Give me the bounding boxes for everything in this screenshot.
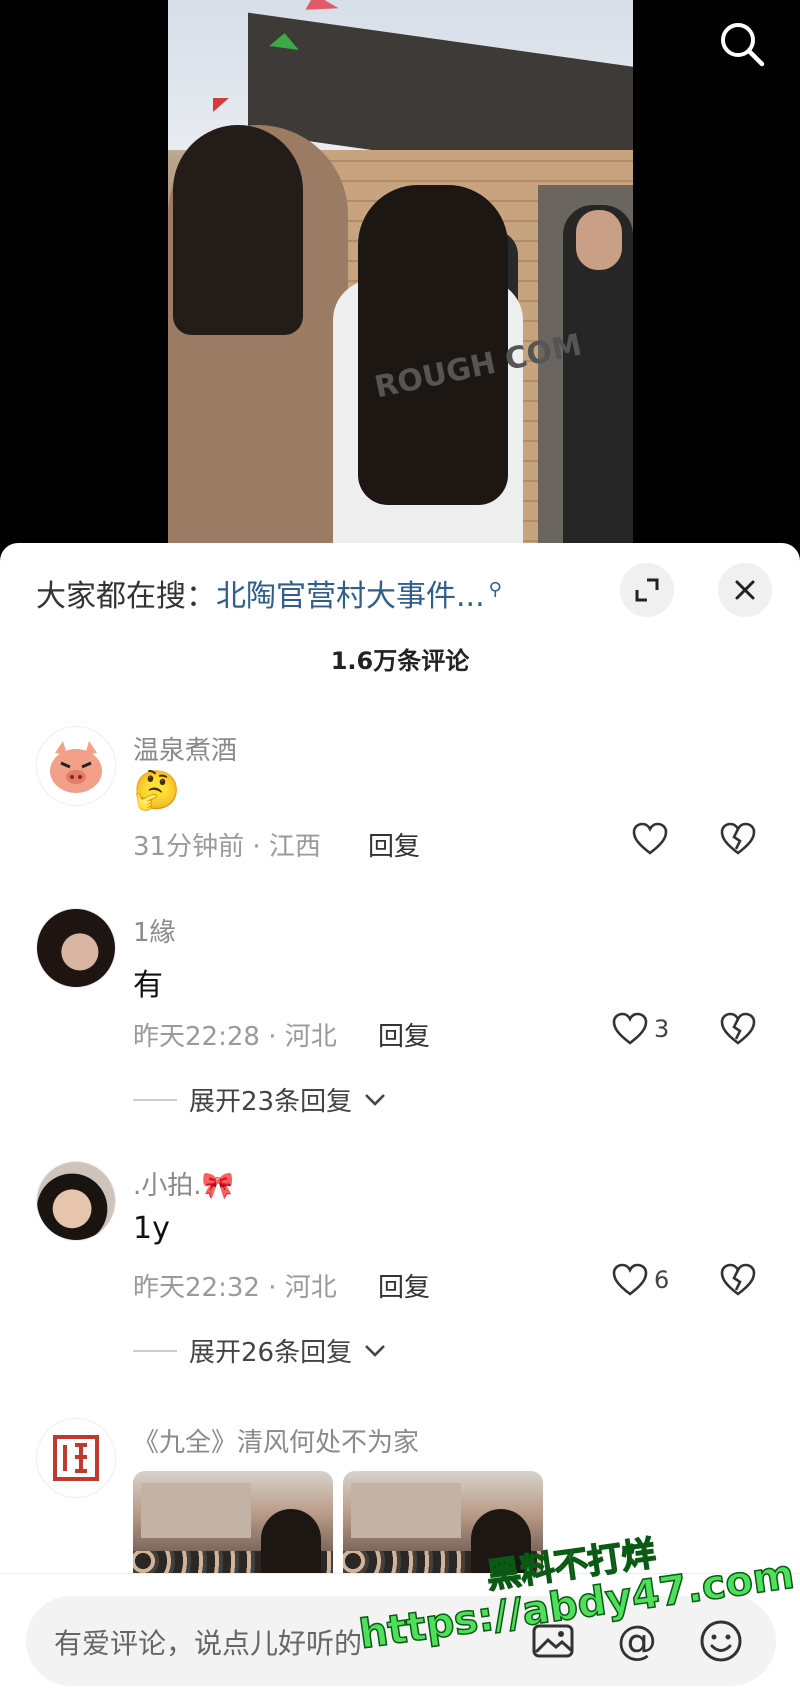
broken-heart-icon — [720, 1263, 756, 1296]
sheet-header: 大家都在搜：北陶官营村大事件... ⚲ 1.6万条评论 — [0, 543, 800, 703]
comment-item: 温泉煮酒 🤔 31分钟前 · 江西 回复 — [0, 726, 800, 896]
chevron-down-icon — [365, 1093, 386, 1106]
video-flag — [213, 98, 229, 112]
heart-icon — [612, 1012, 648, 1045]
avatar[interactable] — [36, 726, 116, 806]
comment-input[interactable]: 有爱评论，说点儿好听的 @ — [26, 1596, 776, 1686]
emoji-icon — [700, 1620, 742, 1662]
search-button[interactable] — [716, 18, 768, 70]
video-player[interactable]: ROUGH COM — [0, 0, 800, 560]
video-frame: ROUGH COM — [168, 0, 633, 560]
dislike-button[interactable] — [720, 822, 756, 860]
comment-username[interactable]: .小拍.🎀 — [133, 1165, 234, 1202]
like-button[interactable]: 3 — [612, 1012, 669, 1046]
image-picker-button[interactable] — [528, 1616, 578, 1666]
like-count: 6 — [654, 1266, 670, 1294]
reply-button[interactable]: 回复 — [378, 1016, 430, 1053]
comment-username[interactable]: 《九全》清风何处不为家 — [133, 1422, 419, 1459]
video-person-face — [576, 210, 622, 270]
emoji-button[interactable] — [696, 1616, 746, 1666]
like-button[interactable]: 6 — [612, 1263, 669, 1297]
expand-replies-label: 展开23条回复 — [189, 1087, 353, 1117]
hot-search-banner[interactable]: 大家都在搜：北陶官营村大事件... ⚲ — [36, 571, 502, 615]
comment-input-placeholder: 有爱评论，说点儿好听的 — [54, 1627, 363, 1660]
divider-line — [133, 1349, 177, 1352]
comment-item: .小拍.🎀 1y 昨天22:32 · 河北 回复 6 展开26条回复 — [0, 1161, 800, 1391]
comment-username[interactable]: 温泉煮酒 — [133, 730, 237, 767]
video-person-hair — [358, 185, 508, 505]
dislike-button[interactable] — [720, 1012, 756, 1050]
at-icon: @ — [617, 1618, 657, 1664]
thumb-building — [351, 1483, 461, 1538]
heart-icon — [632, 822, 668, 855]
thumb-building — [141, 1483, 251, 1538]
seal-avatar-icon — [53, 1435, 99, 1481]
comment-text: 有 — [133, 968, 163, 1003]
comment-input-bar: 有爱评论，说点儿好听的 @ — [0, 1573, 800, 1704]
broken-heart-icon — [720, 1012, 756, 1045]
close-button[interactable] — [718, 563, 772, 617]
reply-button[interactable]: 回复 — [368, 826, 420, 863]
image-icon — [532, 1624, 574, 1658]
avatar[interactable] — [36, 908, 116, 988]
search-small-icon: ⚲ — [488, 579, 502, 600]
avatar[interactable] — [36, 1418, 116, 1498]
expand-replies-button[interactable]: 展开23条回复 — [133, 1081, 386, 1118]
divider-line — [133, 1098, 177, 1101]
comment-item: 1緣 有 昨天22:28 · 河北 回复 3 展开23条回复 — [0, 908, 800, 1138]
comment-meta: 昨天22:28 · 河北 — [133, 1022, 337, 1052]
expand-icon — [635, 578, 659, 602]
like-count: 3 — [654, 1015, 670, 1043]
heart-icon — [612, 1263, 648, 1296]
comment-meta: 昨天22:32 · 河北 — [133, 1273, 337, 1303]
hot-search-prefix: 大家都在搜： — [36, 579, 216, 614]
comment-text: 1y — [133, 1211, 170, 1246]
avatar[interactable] — [36, 1161, 116, 1241]
search-icon — [721, 23, 765, 67]
dislike-button[interactable] — [720, 1263, 756, 1301]
comment-meta: 31分钟前 · 江西 — [133, 832, 321, 862]
reply-button[interactable]: 回复 — [378, 1267, 430, 1304]
broken-heart-icon — [720, 822, 756, 855]
mention-button[interactable]: @ — [612, 1616, 662, 1666]
close-icon — [735, 580, 755, 600]
comment-sheet: 大家都在搜：北陶官营村大事件... ⚲ 1.6万条评论 温泉煮酒 🤔 31分钟前… — [0, 543, 800, 1703]
expand-replies-label: 展开26条回复 — [189, 1338, 353, 1368]
like-button[interactable] — [632, 822, 668, 856]
pig-avatar-icon — [50, 741, 102, 793]
comment-count: 1.6万条评论 — [330, 647, 470, 675]
chevron-down-icon — [365, 1344, 386, 1357]
expand-replies-button[interactable]: 展开26条回复 — [133, 1332, 386, 1369]
hot-search-term[interactable]: 北陶官营村大事件... — [216, 579, 485, 614]
video-person-hair — [173, 125, 303, 335]
comment-username[interactable]: 1緣 — [133, 912, 176, 949]
expand-button[interactable] — [620, 563, 674, 617]
comment-text: 🤔 — [133, 768, 181, 812]
